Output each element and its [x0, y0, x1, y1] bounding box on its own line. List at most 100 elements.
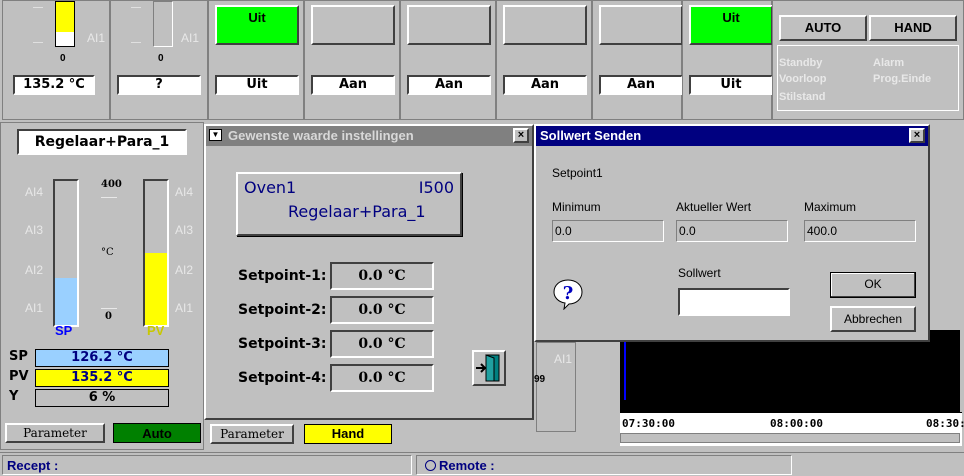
- sollwert-input[interactable]: [678, 288, 790, 316]
- trend-time-1: 07:30:00: [622, 417, 675, 430]
- close-icon[interactable]: ×: [513, 128, 529, 143]
- system-menu-icon[interactable]: ▼: [209, 129, 222, 141]
- sollwert-dialog-title: Sollwert Senden: [540, 128, 642, 143]
- current-label: Aktueller Wert: [676, 200, 752, 214]
- sp-row-value: 126.2 °C: [35, 349, 169, 367]
- current-value: 0.0: [676, 220, 788, 242]
- output-4-button[interactable]: [503, 5, 587, 45]
- output-3-button[interactable]: [407, 5, 491, 45]
- hand-button[interactable]: HAND: [869, 15, 957, 41]
- channel-1-bar-fill: [56, 2, 74, 32]
- y-row-value: 6 %: [35, 389, 169, 407]
- pv-row-value: 135.2 °C: [35, 369, 169, 387]
- channel-2: AI1 0 ?: [110, 0, 208, 120]
- sp-bar-fill: [55, 278, 77, 325]
- output-3-state: Aan: [407, 75, 491, 95]
- setpoint-4-value[interactable]: 0.0 °C: [330, 364, 434, 392]
- trend-time-2: 08:00:00: [770, 417, 823, 430]
- right-ai-1: AI1: [175, 301, 194, 315]
- pv-bar-fill: [145, 253, 167, 325]
- setpoint-2-value[interactable]: 0.0 °C: [330, 296, 434, 324]
- output-1-button[interactable]: Uit: [215, 5, 299, 45]
- channel-1-ai-label: AI1: [87, 31, 106, 45]
- pv-bar-frame: [143, 179, 169, 327]
- svg-text:?: ?: [563, 283, 574, 304]
- sp-bar-tag: SP: [55, 323, 73, 338]
- dialog-parameter-button[interactable]: Parameter: [210, 424, 294, 444]
- output-4-state: Aan: [503, 75, 587, 95]
- setpoint-dialog-titlebar: ▼ Gewenste waarde instellingen ×: [206, 126, 532, 146]
- output-4: Aan: [496, 0, 592, 120]
- status-bar: Recept : Remote :: [0, 452, 964, 476]
- sollwert-dialog-titlebar: Sollwert Senden ×: [536, 126, 928, 146]
- trend-partial-value: 99: [534, 374, 546, 385]
- output-1-state: Uit: [215, 75, 299, 95]
- output-5: Aan: [592, 0, 683, 120]
- maximum-label: Maximum: [804, 200, 857, 214]
- output-6-button[interactable]: Uit: [689, 5, 773, 45]
- sollwert-dialog: Sollwert Senden × Setpoint1 Minimum Aktu…: [534, 124, 930, 342]
- status-standby: Standby: [779, 57, 823, 69]
- sp-bar-frame: [53, 179, 79, 327]
- channel-2-zero: 0: [158, 53, 164, 64]
- maximum-value: 400.0: [804, 220, 916, 242]
- remote-radio-icon[interactable]: [425, 460, 436, 471]
- channel-2-value: ?: [117, 75, 201, 95]
- setpoint-1-value[interactable]: 0.0 °C: [330, 262, 434, 290]
- right-ai-3: AI3: [175, 223, 194, 237]
- sollwert-close-icon[interactable]: ×: [909, 128, 925, 143]
- status-alarm: Alarm: [873, 57, 905, 69]
- status-prog-einde: Prog.Einde: [873, 73, 932, 85]
- setpoint-dialog: ▼ Gewenste waarde instellingen × Oven1 I…: [204, 124, 534, 420]
- right-ai-2: AI2: [175, 263, 194, 277]
- right-ai-4: AI4: [175, 185, 194, 199]
- mode-panel: AUTO HAND Standby Voorloop Stilstand Ala…: [772, 0, 964, 120]
- trend-time-3: 08:30:: [926, 417, 964, 430]
- recept-field: Recept :: [2, 455, 412, 475]
- cancel-button[interactable]: Abbrechen: [830, 306, 916, 332]
- status-voorloop: Voorloop: [779, 73, 827, 85]
- channel-1-bar-frame: [55, 1, 75, 47]
- setpoint-3-label: Setpoint-3:: [238, 336, 327, 352]
- question-icon: ?: [552, 278, 584, 311]
- setpoint-dialog-title: Gewenste waarde instellingen: [228, 128, 414, 143]
- output-2-button[interactable]: [311, 5, 395, 45]
- trend-plot: [620, 330, 960, 412]
- left-ai-3: AI3: [25, 223, 44, 237]
- setpoint-3-value[interactable]: 0.0 °C: [330, 330, 434, 358]
- left-ai-4: AI4: [25, 185, 44, 199]
- scale-top: 400: [101, 179, 122, 190]
- parameter-button[interactable]: Parameter: [5, 423, 105, 443]
- channel-1-value: 135.2 °C: [13, 75, 95, 95]
- scale-zero: 0: [105, 311, 112, 322]
- channel-1: AI1 0 135.2 °C: [2, 0, 110, 120]
- channel-1-zero: 0: [60, 53, 66, 64]
- auto-indicator: Auto: [113, 423, 201, 443]
- pv-bar-tag: PV: [147, 323, 165, 338]
- output-2: Aan: [304, 0, 400, 120]
- hand-indicator: Hand: [304, 424, 392, 444]
- trend-scrollbar[interactable]: [620, 433, 960, 443]
- output-6-state: Uit: [689, 75, 773, 95]
- oven-code: I500: [418, 178, 454, 197]
- output-3: Aan: [400, 0, 496, 120]
- status-stilstand: Stilstand: [779, 91, 826, 103]
- controller-panel: Regelaar+Para_1 AI4 AI3 AI2 AI1 SP 400 °…: [0, 122, 204, 450]
- output-1: Uit Uit: [208, 0, 304, 120]
- pv-row-label: PV: [9, 369, 29, 384]
- channel-2-ai-label: AI1: [181, 31, 200, 45]
- scale-unit: °C: [101, 247, 114, 258]
- y-row-label: Y: [9, 389, 19, 404]
- trend-ai-label: AI1: [554, 352, 573, 366]
- ok-button[interactable]: OK: [830, 272, 916, 298]
- auto-button[interactable]: AUTO: [779, 15, 867, 41]
- exit-door-icon[interactable]: [472, 350, 506, 386]
- output-5-button[interactable]: [599, 5, 683, 45]
- minimum-label: Minimum: [552, 200, 601, 214]
- channel-1-ticks: [33, 7, 43, 43]
- output-2-state: Aan: [311, 75, 395, 95]
- controller-title: Regelaar+Para_1: [17, 129, 187, 155]
- sp-row-label: SP: [9, 349, 28, 364]
- setpoint-4-label: Setpoint-4:: [238, 370, 327, 386]
- oven-controller: Regelaar+Para_1: [288, 202, 426, 221]
